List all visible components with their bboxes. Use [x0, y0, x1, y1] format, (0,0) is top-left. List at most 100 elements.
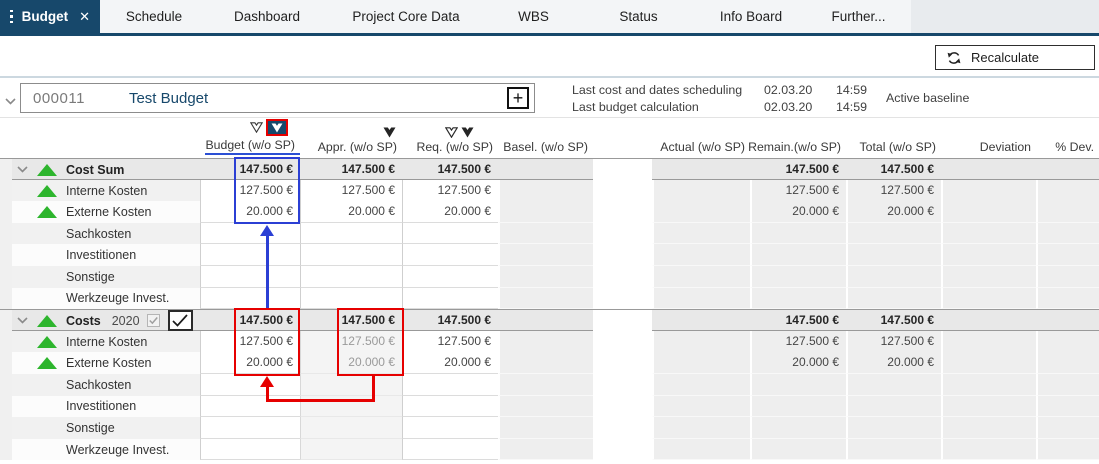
cell-appr[interactable]: 147.500 €	[300, 310, 402, 331]
row-expander-icon[interactable]	[12, 317, 32, 324]
cell-actual	[652, 439, 750, 461]
cell-budget[interactable]	[200, 223, 300, 245]
add-button[interactable]: +	[507, 87, 529, 109]
table-row: Investitionen	[0, 244, 1099, 266]
cell-req[interactable]	[402, 223, 498, 245]
tab-budget-active[interactable]: Budget ✕	[0, 0, 100, 33]
cell-appr	[300, 374, 402, 396]
cell-req[interactable]: 127.500 €	[402, 180, 498, 202]
cell-budget[interactable]: 147.500 €	[200, 310, 300, 331]
cell-appr[interactable]: 127.500 €	[300, 180, 402, 202]
approve-checkbox[interactable]	[168, 310, 193, 331]
green-triangle-marker-icon	[37, 206, 57, 218]
cell-appr[interactable]: 20.000 €	[300, 201, 402, 223]
cell-deviation	[941, 201, 1036, 223]
column-label[interactable]: Budget (w/o SP)	[205, 138, 300, 155]
cell-budget[interactable]: 127.500 €	[200, 180, 300, 202]
cell-req[interactable]: 147.500 €	[402, 310, 498, 331]
filter-funnel-icon[interactable]	[383, 127, 396, 138]
tab-wbs[interactable]: WBS	[486, 0, 581, 33]
column-header-gap	[593, 118, 652, 158]
info-label: Last budget calculation	[572, 99, 764, 116]
cell-basel	[498, 352, 593, 374]
cell-budget[interactable]	[200, 396, 300, 418]
cell-appr: 127.500 €	[300, 331, 402, 353]
cell-req[interactable]: 147.500 €	[402, 159, 498, 180]
filter-funnel-active-icon[interactable]	[266, 119, 288, 136]
green-triangle-marker-icon	[37, 315, 57, 327]
cell-total: 147.500 €	[846, 310, 941, 331]
tab-dashboard[interactable]: Dashboard	[208, 0, 326, 33]
cell-basel	[498, 244, 593, 266]
cell-req[interactable]: 20.000 €	[402, 201, 498, 223]
tab-status[interactable]: Status	[581, 0, 696, 33]
cell-appr[interactable]	[300, 266, 402, 288]
filter-funnel-icon[interactable]	[461, 127, 474, 138]
green-triangle-marker-icon	[37, 336, 57, 348]
green-triangle-marker-icon	[37, 185, 57, 197]
info-label: Last cost and dates scheduling	[572, 82, 764, 99]
cell-pdev	[1036, 201, 1099, 223]
tab-schedule[interactable]: Schedule	[100, 0, 208, 33]
cell-req[interactable]	[402, 288, 498, 310]
row-label: Sachkosten	[66, 227, 131, 241]
row-label: Sonstige	[66, 421, 115, 435]
cell-req[interactable]: 127.500 €	[402, 331, 498, 353]
row-expander-icon[interactable]	[12, 166, 32, 173]
cell-budget[interactable]	[200, 288, 300, 310]
cell-req[interactable]: 20.000 €	[402, 352, 498, 374]
cell-budget[interactable]	[200, 266, 300, 288]
column-header-row: Budget (w/o SP) Appr. (w/o SP) Req. (w/o…	[0, 118, 1099, 158]
cell-budget[interactable]: 20.000 €	[200, 352, 300, 374]
column-label[interactable]: Req. (w/o SP)	[416, 140, 498, 155]
cell-req[interactable]	[402, 244, 498, 266]
cell-deviation	[941, 288, 1036, 310]
cell-req[interactable]	[402, 374, 498, 396]
cell-remain	[750, 439, 846, 461]
cell-budget[interactable]: 147.500 €	[200, 159, 300, 180]
tab-info-board[interactable]: Info Board	[696, 0, 806, 33]
tab-project-core-data[interactable]: Project Core Data	[326, 0, 486, 33]
cell-appr[interactable]	[300, 223, 402, 245]
cell-req[interactable]	[402, 439, 498, 461]
cell-appr[interactable]	[300, 244, 402, 266]
cell-appr	[300, 396, 402, 418]
cell-appr[interactable]: 147.500 €	[300, 159, 402, 180]
cell-deviation	[941, 396, 1036, 418]
cell-req[interactable]	[402, 266, 498, 288]
table-row: Werkzeuge Invest.	[0, 288, 1099, 310]
table-row-costs-2020: Costs 2020 147.500 € 147.500 € 147.500 €…	[0, 309, 1099, 331]
cell-budget[interactable]	[200, 417, 300, 439]
project-title: Test Budget	[129, 90, 208, 107]
cell-budget[interactable]	[200, 439, 300, 461]
table-row-cost-sum: Cost Sum 147.500 € 147.500 € 147.500 € 1…	[0, 158, 1099, 180]
cell-pdev	[1036, 331, 1099, 353]
cell-total: 20.000 €	[846, 352, 941, 374]
cell-basel	[498, 439, 593, 461]
row-label: Interne Kosten	[66, 335, 147, 349]
cell-basel	[498, 331, 593, 353]
cell-appr: 20.000 €	[300, 352, 402, 374]
row-label: Sonstige	[66, 270, 115, 284]
filter-funnel-outline-icon[interactable]	[250, 122, 263, 133]
cell-budget[interactable]	[200, 374, 300, 396]
column-header-appr: Appr. (w/o SP)	[300, 118, 402, 158]
cell-budget[interactable]: 20.000 €	[200, 201, 300, 223]
column-header-empty	[0, 118, 200, 158]
cell-req[interactable]	[402, 417, 498, 439]
cell-deviation	[941, 331, 1036, 353]
close-tab-icon[interactable]: ✕	[79, 9, 90, 25]
hamburger-menu-icon[interactable]	[10, 10, 13, 24]
column-label: Basel. (w/o SP)	[503, 140, 593, 155]
cell-appr	[300, 417, 402, 439]
cell-actual	[652, 266, 750, 288]
cell-appr[interactable]	[300, 288, 402, 310]
tab-further[interactable]: Further...	[806, 0, 911, 33]
collapse-chevron-icon[interactable]	[5, 92, 16, 110]
column-label[interactable]: Appr. (w/o SP)	[318, 140, 402, 155]
filter-funnel-icon[interactable]	[445, 127, 458, 138]
cell-budget[interactable]: 127.500 €	[200, 331, 300, 353]
recalculate-button[interactable]: Recalculate	[935, 45, 1095, 70]
cell-budget[interactable]	[200, 244, 300, 266]
cell-req[interactable]	[402, 396, 498, 418]
